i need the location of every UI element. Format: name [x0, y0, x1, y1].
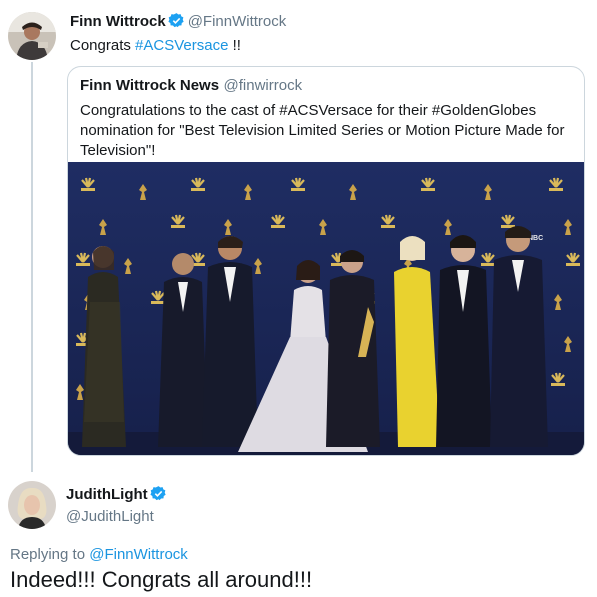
verified-badge-icon: [168, 13, 184, 28]
reply-author-name-row: JudithLight: [66, 485, 170, 504]
tweet-author-handle[interactable]: @FinnWittrock: [188, 13, 287, 30]
thread-connector-line: [31, 62, 33, 472]
tweet-text: Congrats #ACSVersace !!: [70, 37, 241, 54]
tweet-text-suffix: !!: [228, 37, 241, 54]
reply-author-name[interactable]: JudithLight: [66, 486, 148, 503]
verified-badge-icon: [150, 486, 166, 501]
quoted-tweet-header: Finn Wittrock News @finwirrock: [80, 77, 302, 95]
quoted-tweet-photo[interactable]: NBC: [68, 162, 584, 455]
judith-light-avatar[interactable]: [8, 481, 56, 529]
tweet-header: Finn Wittrock @FinnWittrock: [70, 12, 286, 31]
quoted-author-name: Finn Wittrock News: [80, 77, 220, 94]
quoted-author-handle: @finwirrock: [223, 77, 303, 94]
replying-to-link[interactable]: @FinnWittrock: [89, 546, 188, 563]
quoted-tweet-text: Congratulations to the cast of #ACSVersa…: [80, 102, 565, 159]
reply-text: Indeed!!! Congrats all around!!!: [10, 567, 313, 592]
replying-to-line: Replying to @FinnWittrock: [10, 546, 188, 563]
quoted-tweet-card[interactable]: Finn Wittrock News @finwirrock Congratul…: [67, 66, 585, 456]
tweet-text-prefix: Congrats: [70, 37, 136, 54]
tweet-author-name[interactable]: Finn Wittrock: [70, 13, 166, 30]
replying-to-prefix: Replying to: [10, 546, 90, 563]
reply-author-handle[interactable]: @JudithLight: [66, 508, 154, 525]
hashtag-link[interactable]: #ACSVersace: [135, 37, 228, 54]
finn-wittrock-avatar[interactable]: [8, 12, 56, 60]
